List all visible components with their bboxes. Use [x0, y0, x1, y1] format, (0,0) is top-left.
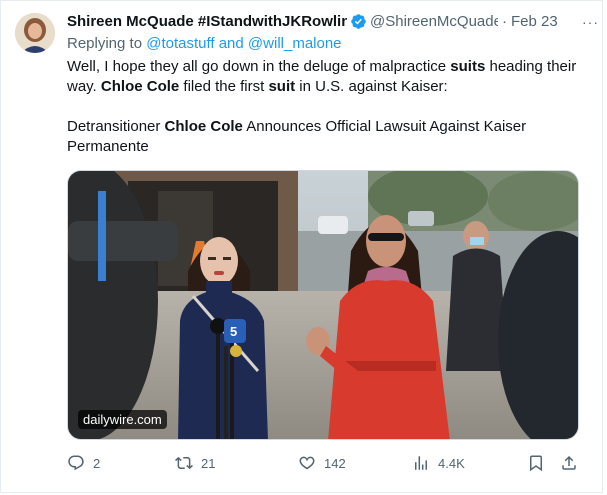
text-bold: Chloe Cole [100, 78, 180, 95]
tweet-media-image[interactable]: 5 dailywire.com [67, 170, 579, 440]
bookmark-button[interactable] [527, 452, 553, 474]
retweet-count: 21 [201, 455, 216, 471]
separator-dot: · [502, 12, 507, 30]
author-name[interactable]: Shireen McQuade #IStandwithJKRowling [67, 13, 347, 30]
replying-to: Replying to @totastuff and @will_malone [67, 34, 583, 54]
reply-handle-link[interactable]: @will_malone [248, 35, 342, 52]
views-count: 4.4K [438, 455, 465, 471]
text-run: Well, I hope they all go down in the del… [67, 58, 451, 75]
text-run: filed the first [179, 78, 269, 95]
text-run: Detransitioner [67, 118, 165, 135]
avatar[interactable] [15, 13, 55, 53]
bookmark-icon [530, 455, 542, 472]
share-button[interactable] [560, 452, 586, 474]
retweet-icon [175, 456, 193, 470]
retweet-button[interactable]: 21 [175, 452, 215, 474]
reply-handle-link[interactable]: @totastuff [146, 35, 214, 52]
share-icon [562, 455, 576, 470]
reply-button[interactable]: 2 [67, 452, 100, 474]
like-count: 142 [324, 455, 346, 471]
tweet-date[interactable]: Feb 23 [511, 13, 558, 30]
author-handle[interactable]: @ShireenMcQuade [370, 13, 498, 30]
more-options-icon[interactable]: ··· [582, 14, 599, 30]
like-button[interactable]: 142 [298, 452, 346, 474]
replying-prefix: Replying to [67, 35, 143, 52]
mic-flag-label: 5 [230, 324, 237, 339]
tweet-header: Shireen McQuade #IStandwithJKRowling @Sh… [67, 10, 598, 32]
views-button[interactable]: 4.4K [412, 452, 465, 474]
reply-and: and [218, 35, 244, 52]
tweet-paragraph: Detransitioner Chloe Cole Announces Offi… [67, 117, 583, 157]
text-bold: suits [450, 58, 486, 75]
media-watermark: dailywire.com [78, 410, 167, 429]
views-icon [415, 456, 427, 470]
tweet-paragraph: Well, I hope they all go down in the del… [67, 57, 583, 97]
tweet-text: Well, I hope they all go down in the del… [67, 57, 583, 157]
heart-icon [299, 456, 315, 470]
verified-badge-icon [350, 13, 367, 30]
reply-count: 2 [93, 455, 101, 471]
text-bold: suit [268, 78, 296, 95]
tweet-actions: 2 21 142 4.4K [67, 452, 583, 474]
tweet-card[interactable]: Shireen McQuade #IStandwithJKRowling @Sh… [0, 0, 603, 493]
text-bold: Chloe Cole [164, 118, 243, 135]
reply-icon [68, 455, 84, 471]
tweet-content: Shireen McQuade #IStandwithJKRowling @Sh… [67, 10, 598, 472]
text-run: in U.S. against Kaiser: [295, 78, 448, 95]
